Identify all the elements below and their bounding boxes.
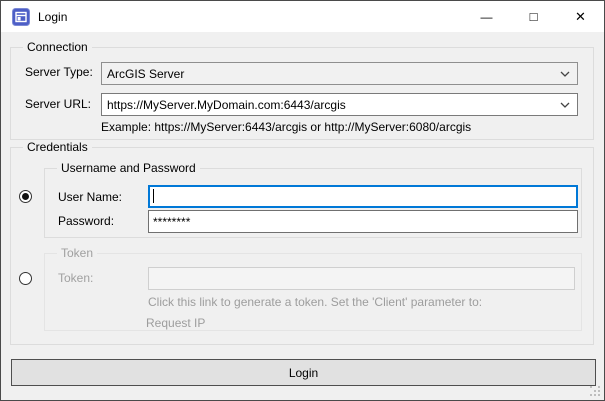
password-label: Password: xyxy=(58,214,114,228)
username-label: User Name: xyxy=(58,190,122,204)
credentials-group-label: Credentials xyxy=(23,140,92,154)
connection-group-label: Connection xyxy=(23,40,92,54)
server-type-value: ArcGIS Server xyxy=(107,67,560,81)
token-label: Token: xyxy=(58,271,93,285)
token-groupbox: Token xyxy=(44,253,582,331)
server-url-example-text: Example: https://MyServer:6443/arcgis or… xyxy=(101,120,471,134)
login-dialog: Login — □ ✕ Connection Server Type: ArcG… xyxy=(0,0,605,401)
token-request-ip-link: Request IP xyxy=(146,316,205,330)
title-bar[interactable]: Login — □ ✕ xyxy=(1,1,604,32)
server-url-combobox[interactable]: https://MyServer.MyDomain.com:6443/arcgi… xyxy=(101,93,578,116)
token-input xyxy=(148,267,575,290)
token-hint-text: Click this link to generate a token. Set… xyxy=(148,295,482,309)
server-url-label: Server URL: xyxy=(25,97,91,111)
server-type-label: Server Type: xyxy=(25,65,93,79)
maximize-button[interactable]: □ xyxy=(510,1,557,32)
username-password-group-label: Username and Password xyxy=(57,161,200,175)
resize-grip-icon[interactable] xyxy=(590,386,592,388)
username-password-radio[interactable] xyxy=(19,190,32,203)
server-url-value: https://MyServer.MyDomain.com:6443/arcgi… xyxy=(107,98,560,112)
app-icon xyxy=(12,8,30,26)
token-group-label: Token xyxy=(57,246,97,260)
chevron-down-icon xyxy=(560,71,570,77)
chevron-down-icon xyxy=(560,102,570,108)
window-title: Login xyxy=(38,10,67,24)
token-radio[interactable] xyxy=(19,272,32,285)
close-button[interactable]: ✕ xyxy=(557,1,604,32)
text-cursor xyxy=(153,189,154,203)
username-input[interactable] xyxy=(148,185,578,208)
server-type-dropdown[interactable]: ArcGIS Server xyxy=(101,62,578,85)
minimize-button[interactable]: — xyxy=(463,1,510,32)
login-button[interactable]: Login xyxy=(11,359,596,386)
password-input[interactable] xyxy=(148,210,578,233)
